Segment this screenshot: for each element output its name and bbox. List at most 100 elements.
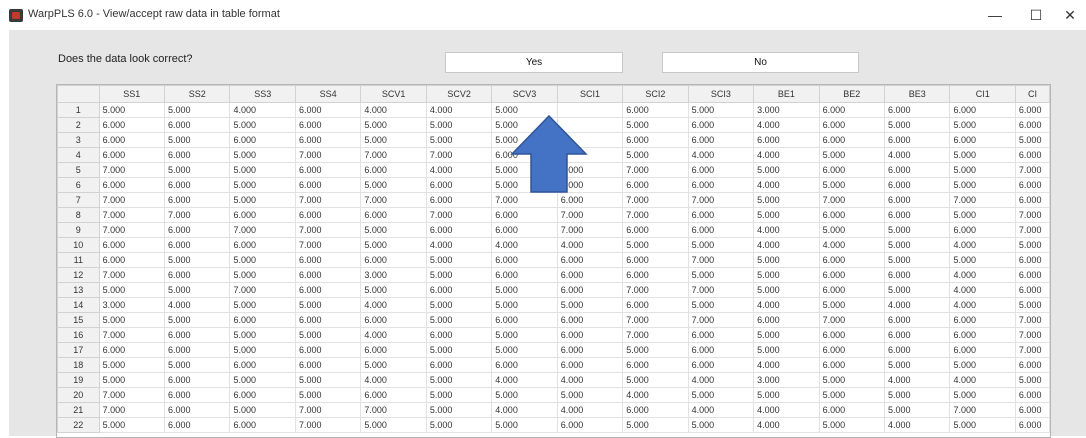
table-cell[interactable]: 7.000 <box>1014 327 1050 343</box>
table-cell[interactable]: 6.000 <box>294 282 362 298</box>
row-number[interactable]: 17 <box>57 342 100 358</box>
table-cell[interactable]: 6.000 <box>949 222 1016 238</box>
row-number[interactable]: 8 <box>57 207 100 223</box>
table-cell[interactable]: 7.000 <box>1014 312 1050 328</box>
table-cell[interactable]: 4.000 <box>425 162 493 178</box>
table-cell[interactable]: 6.000 <box>818 267 886 283</box>
table-cell[interactable]: 6.000 <box>556 267 624 283</box>
column-header[interactable]: BE2 <box>818 85 886 103</box>
table-cell[interactable]: 6.000 <box>229 417 296 433</box>
table-cell[interactable]: 6.000 <box>884 267 951 283</box>
table-cell[interactable]: 5.000 <box>229 192 296 208</box>
row-number[interactable]: 2 <box>57 117 100 133</box>
table-cell[interactable]: 6.000 <box>294 162 362 178</box>
table-cell[interactable]: 6.000 <box>164 372 231 388</box>
table-cell[interactable]: 5.000 <box>949 147 1016 163</box>
table-cell[interactable]: 4.000 <box>753 237 820 253</box>
table-cell[interactable]: 6.000 <box>360 387 427 403</box>
table-cell[interactable]: 6.000 <box>425 327 493 343</box>
table-cell[interactable]: 4.000 <box>164 297 231 313</box>
table-cell[interactable]: 5.000 <box>949 207 1016 223</box>
table-cell[interactable]: 5.000 <box>425 417 493 433</box>
table-cell[interactable]: 5.000 <box>753 327 820 343</box>
table-cell[interactable]: 6.000 <box>164 267 231 283</box>
table-cell[interactable]: 5.000 <box>360 237 427 253</box>
table-cell[interactable]: 6.000 <box>164 192 231 208</box>
table-cell[interactable]: 5.000 <box>164 312 231 328</box>
table-cell[interactable]: 5.000 <box>753 267 820 283</box>
table-cell[interactable]: 7.000 <box>1014 162 1050 178</box>
row-number[interactable]: 13 <box>57 282 100 298</box>
table-cell[interactable]: 7.000 <box>818 192 886 208</box>
table-cell[interactable]: 6.000 <box>1014 282 1050 298</box>
table-cell[interactable]: 5.000 <box>949 417 1016 433</box>
row-number[interactable]: 14 <box>57 297 100 313</box>
table-cell[interactable]: 4.000 <box>425 102 493 118</box>
table-cell[interactable]: 5.000 <box>491 297 558 313</box>
maximize-button[interactable]: ☐ <box>1023 4 1049 26</box>
row-number[interactable]: 7 <box>57 192 100 208</box>
row-number[interactable]: 19 <box>57 372 100 388</box>
table-cell[interactable]: 6.000 <box>687 327 755 343</box>
table-cell[interactable]: 6.000 <box>818 327 886 343</box>
table-cell[interactable]: 4.000 <box>753 177 820 193</box>
table-cell[interactable]: 5.000 <box>98 417 166 433</box>
table-cell[interactable]: 5.000 <box>360 282 427 298</box>
table-cell[interactable]: 7.000 <box>687 252 755 268</box>
table-cell[interactable]: 4.000 <box>491 372 558 388</box>
table-cell[interactable]: 6.000 <box>98 342 166 358</box>
table-cell[interactable]: 6.000 <box>556 252 624 268</box>
table-cell[interactable]: 7.000 <box>360 402 427 418</box>
table-cell[interactable]: 5.000 <box>229 117 296 133</box>
table-cell[interactable]: 6.000 <box>98 237 166 253</box>
table-cell[interactable]: 5.000 <box>818 417 886 433</box>
table-cell[interactable]: 7.000 <box>622 192 689 208</box>
column-header[interactable]: CI <box>1014 85 1050 103</box>
table-cell[interactable]: 4.000 <box>949 297 1016 313</box>
table-cell[interactable]: 7.000 <box>622 327 689 343</box>
table-cell[interactable]: 6.000 <box>884 177 951 193</box>
table-cell[interactable]: 6.000 <box>1014 357 1050 373</box>
column-header[interactable]: SS2 <box>164 85 231 103</box>
row-number[interactable]: 20 <box>57 387 100 403</box>
table-cell[interactable]: 5.000 <box>753 387 820 403</box>
table-cell[interactable]: 6.000 <box>425 282 493 298</box>
table-cell[interactable]: 5.000 <box>753 342 820 358</box>
table-cell[interactable]: 5.000 <box>229 267 296 283</box>
table-cell[interactable]: 4.000 <box>360 297 427 313</box>
table-cell[interactable]: 6.000 <box>294 132 362 148</box>
table-cell[interactable]: 7.000 <box>229 222 296 238</box>
table-cell[interactable]: 4.000 <box>360 327 427 343</box>
table-cell[interactable]: 6.000 <box>818 132 886 148</box>
table-cell[interactable]: 6.000 <box>622 222 689 238</box>
table-cell[interactable]: 5.000 <box>491 417 558 433</box>
table-cell[interactable]: 6.000 <box>949 327 1016 343</box>
table-cell[interactable]: 7.000 <box>98 387 166 403</box>
table-cell[interactable]: 6.000 <box>818 207 886 223</box>
table-cell[interactable]: 6.000 <box>229 357 296 373</box>
table-cell[interactable]: 7.000 <box>1014 222 1050 238</box>
table-cell[interactable]: 5.000 <box>884 282 951 298</box>
table-cell[interactable]: 6.000 <box>164 177 231 193</box>
row-number[interactable]: 18 <box>57 357 100 373</box>
table-cell[interactable]: 6.000 <box>556 417 624 433</box>
table-cell[interactable]: 6.000 <box>491 222 558 238</box>
column-header[interactable]: SCI2 <box>622 85 689 103</box>
table-cell[interactable]: 5.000 <box>949 252 1016 268</box>
table-cell[interactable]: 6.000 <box>556 312 624 328</box>
table-cell[interactable]: 5.000 <box>753 162 820 178</box>
table-cell[interactable]: 6.000 <box>1014 117 1050 133</box>
table-cell[interactable]: 7.000 <box>687 312 755 328</box>
table-cell[interactable]: 6.000 <box>294 267 362 283</box>
table-cell[interactable]: 6.000 <box>622 132 689 148</box>
table-cell[interactable]: 5.000 <box>425 312 493 328</box>
table-cell[interactable]: 6.000 <box>229 207 296 223</box>
table-cell[interactable]: 5.000 <box>229 372 296 388</box>
table-cell[interactable]: 5.000 <box>164 252 231 268</box>
table-cell[interactable]: 5.000 <box>687 102 755 118</box>
table-cell[interactable]: 6.000 <box>164 117 231 133</box>
table-cell[interactable]: 5.000 <box>556 297 624 313</box>
table-cell[interactable]: 5.000 <box>425 342 493 358</box>
table-cell[interactable]: 7.000 <box>98 222 166 238</box>
table-cell[interactable]: 5.000 <box>491 327 558 343</box>
